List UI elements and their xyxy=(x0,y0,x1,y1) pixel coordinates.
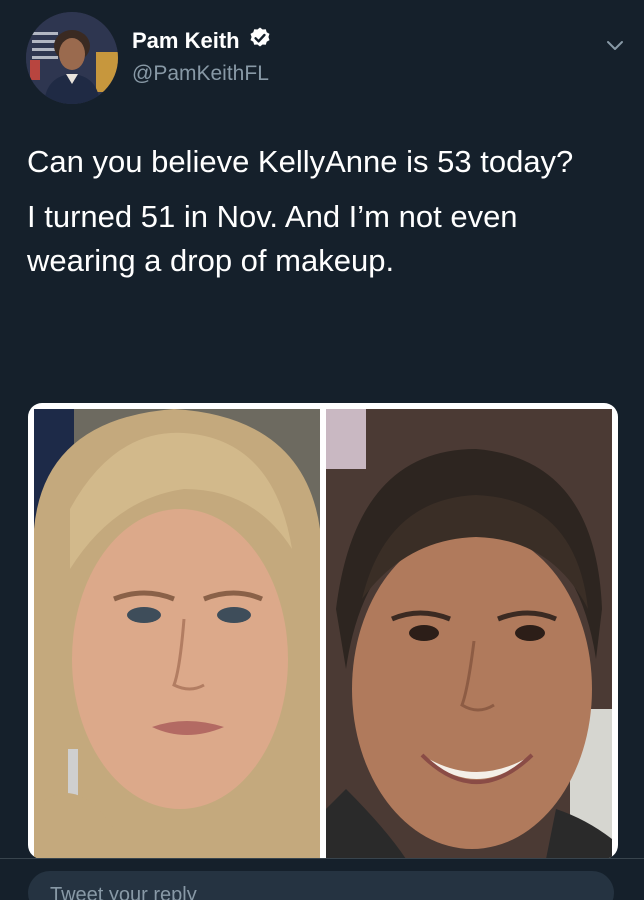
tweet-header: Pam Keith @PamKeithFL xyxy=(26,12,626,104)
author-display-name[interactable]: Pam Keith xyxy=(132,28,240,54)
tweet-paragraph: Can you believe KellyAnne is 53 today? xyxy=(27,144,574,179)
reply-bar xyxy=(0,858,644,900)
reply-input[interactable] xyxy=(28,871,614,900)
tweet-media[interactable] xyxy=(28,403,618,859)
tweet-text: Can you believe KellyAnne is 53 today? I… xyxy=(27,140,617,294)
tweet-paragraph: I turned 51 in Nov. And I’m not even wea… xyxy=(27,199,518,278)
author-name-row[interactable]: Pam Keith xyxy=(132,26,272,55)
photo-left[interactable] xyxy=(34,409,320,859)
author-handle[interactable]: @PamKeithFL xyxy=(132,62,269,86)
verified-badge-icon xyxy=(240,26,272,55)
avatar[interactable] xyxy=(26,12,118,104)
photo-right[interactable] xyxy=(326,409,612,859)
tweet-detail-screen: Pam Keith @PamKeithFL Can you believe Ke… xyxy=(0,0,644,900)
